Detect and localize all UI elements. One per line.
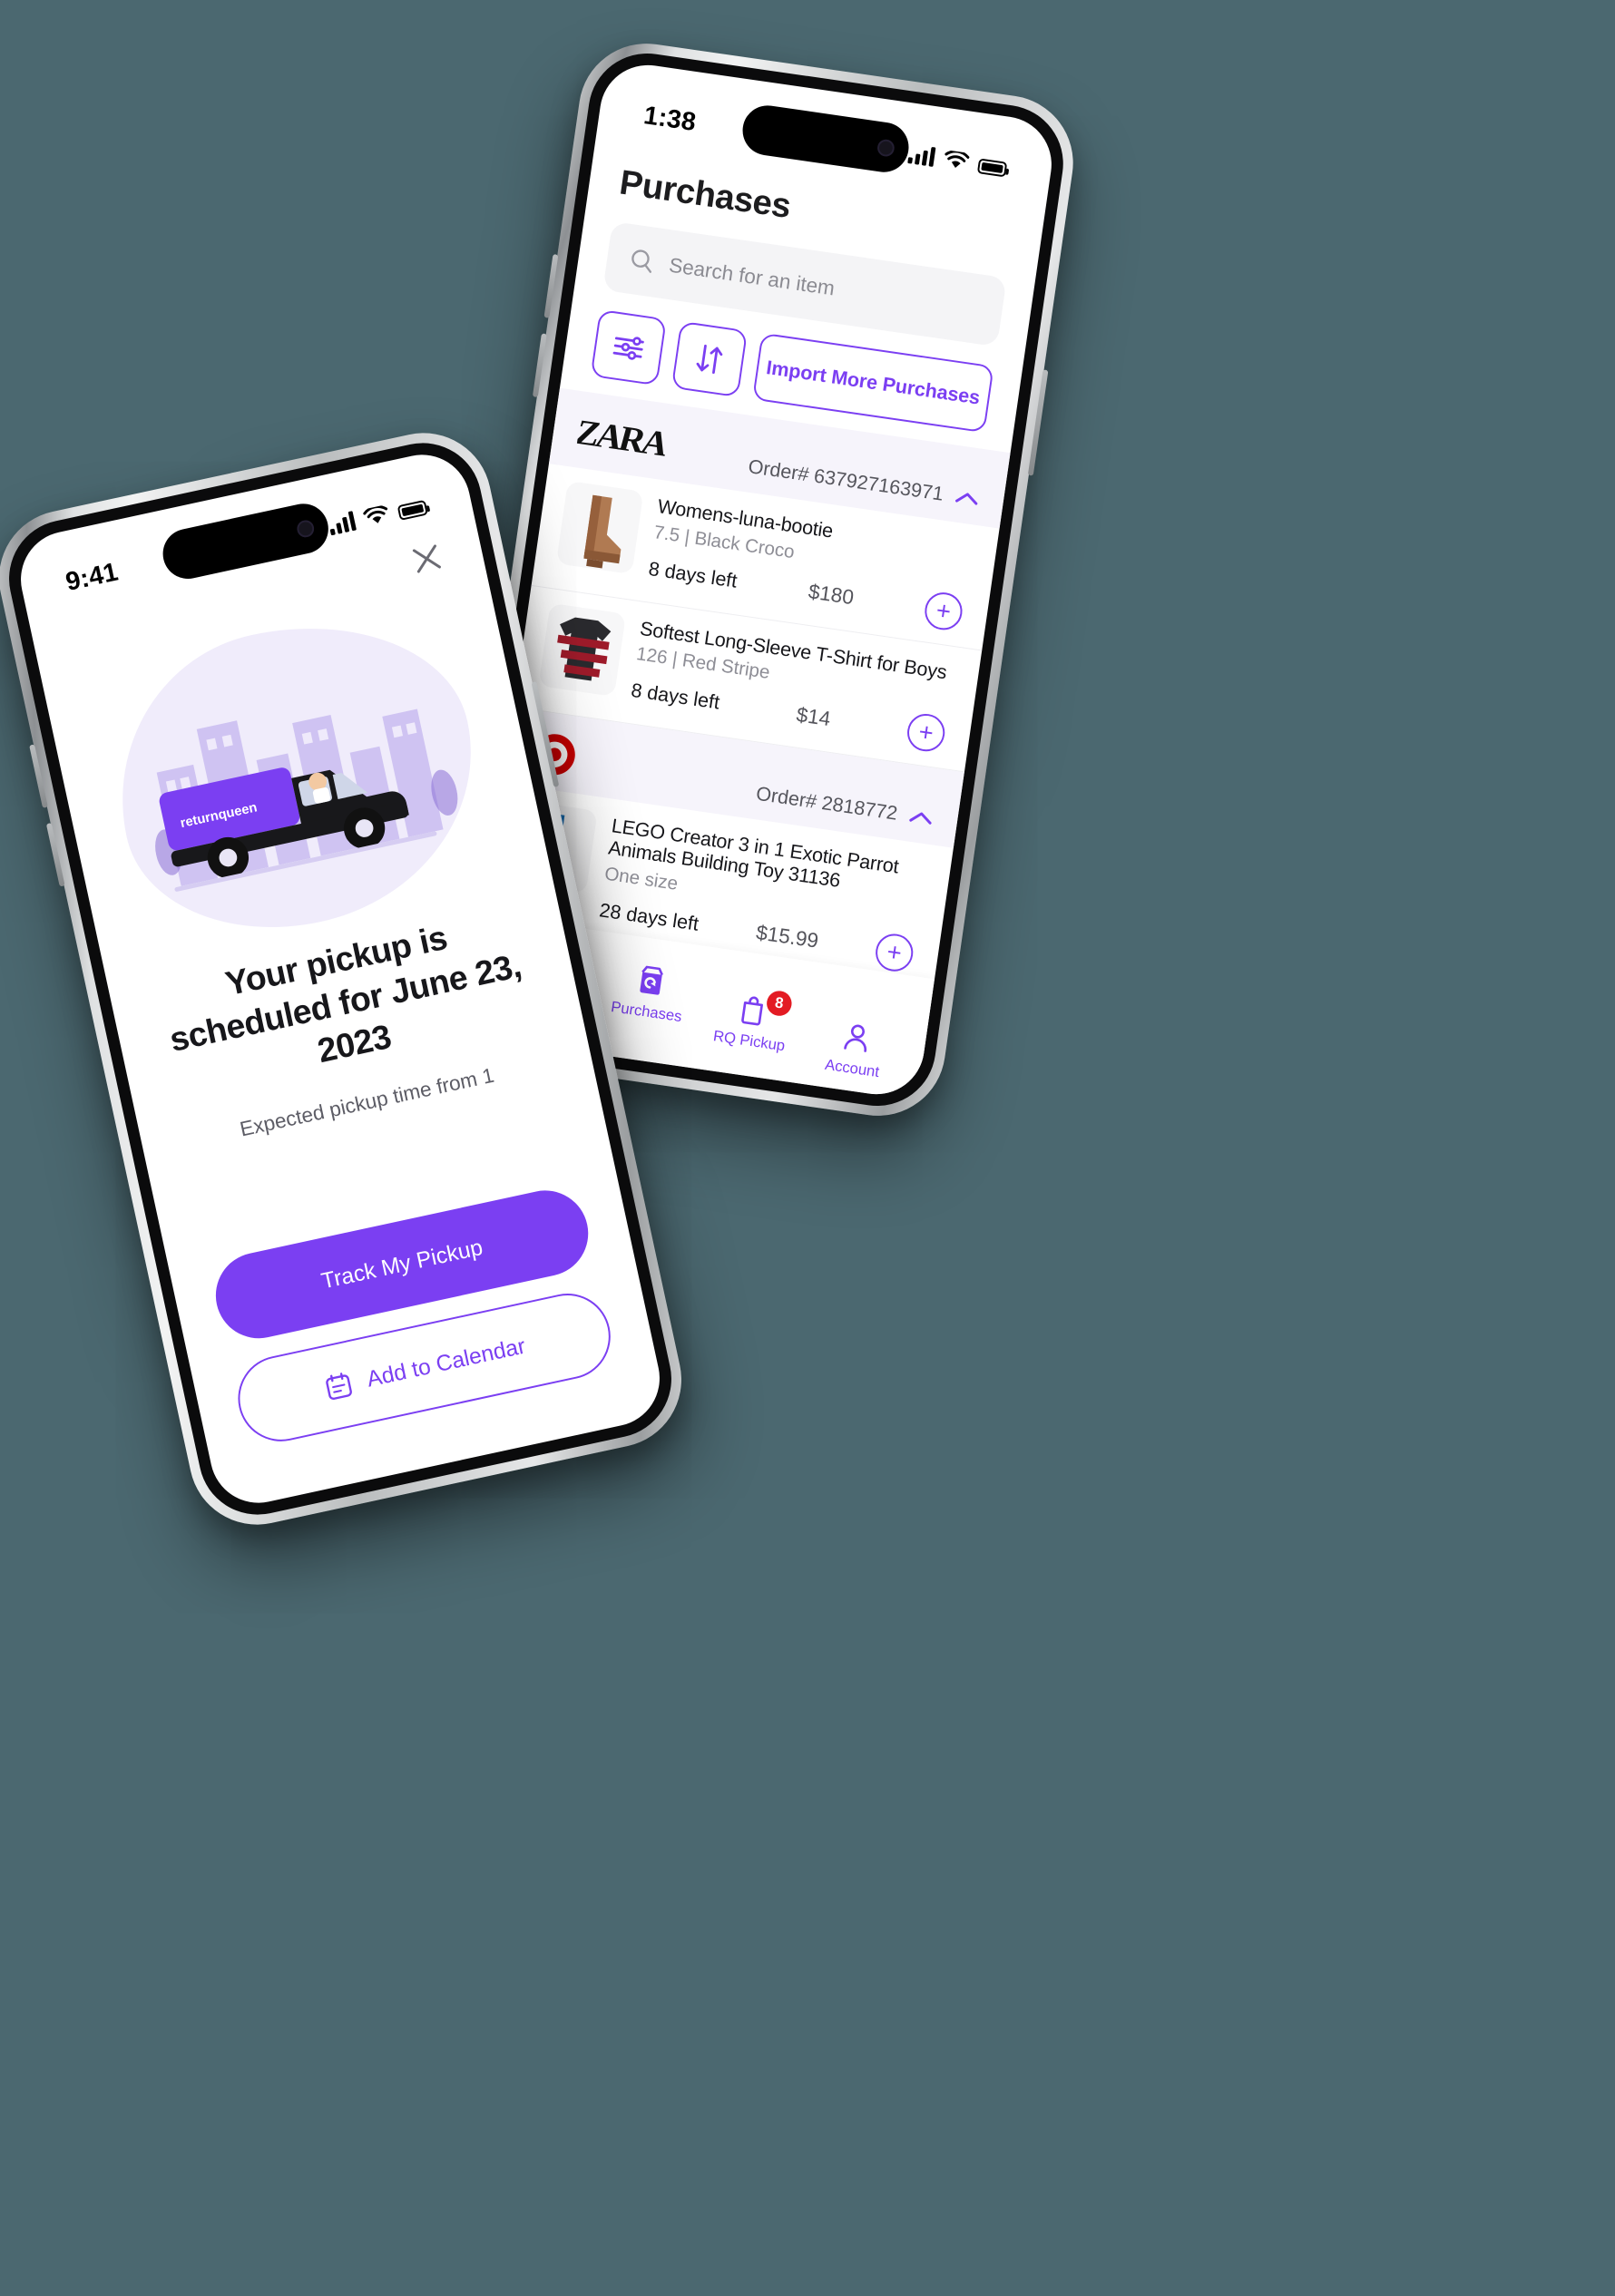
calendar-icon xyxy=(325,1373,352,1401)
return-bag-icon xyxy=(639,965,663,995)
volume-down-button xyxy=(532,333,547,398)
item-days-left: 8 days left xyxy=(630,679,721,714)
tab-account[interactable]: Account xyxy=(798,1012,912,1085)
tab-label: RQ Pickup xyxy=(711,1027,787,1055)
tab-label: Account xyxy=(824,1056,881,1081)
order-number: Order# 2818772 xyxy=(754,782,899,825)
sort-arrows-icon xyxy=(696,344,723,375)
close-x-icon[interactable] xyxy=(406,538,448,581)
tab-label: Purchases xyxy=(610,998,683,1026)
zara-logo: ZARA xyxy=(575,409,680,469)
item-price: $15.99 xyxy=(754,920,820,953)
striped-shirt-thumbnail xyxy=(538,602,627,697)
svg-text:ZARA: ZARA xyxy=(575,412,673,464)
import-more-purchases-button[interactable]: Import More Purchases xyxy=(752,332,994,434)
chevron-up-icon[interactable] xyxy=(908,809,933,826)
zara-logo-glyph: ZARA xyxy=(575,412,673,464)
tab-rq-pickup[interactable]: 8 RQ Pickup xyxy=(695,985,808,1058)
shirt-illustration xyxy=(557,617,612,681)
item-price: $14 xyxy=(795,702,833,730)
plus-circle-icon[interactable]: + xyxy=(922,590,965,632)
boot-illustration xyxy=(583,494,622,569)
scene: 1:38 Purchases Search for an item Import… xyxy=(0,0,1615,2296)
sort-button[interactable] xyxy=(670,320,749,398)
tab-purchases[interactable]: Purchases xyxy=(592,956,706,1029)
filter-button[interactable] xyxy=(590,308,667,386)
pickup-actions: Track My Pickup Add to Calendar xyxy=(170,1174,669,1511)
item-days-left: 28 days left xyxy=(598,898,700,935)
plus-circle-icon[interactable]: + xyxy=(873,931,916,973)
add-to-calendar-label: Add to Calendar xyxy=(364,1333,528,1392)
sliders-filter-icon xyxy=(612,337,644,360)
search-placeholder: Search for an item xyxy=(667,252,837,299)
item-price: $180 xyxy=(807,579,856,610)
plus-circle-icon[interactable]: + xyxy=(905,711,947,755)
volume-up-button xyxy=(543,254,559,318)
chevron-up-icon[interactable] xyxy=(954,490,979,506)
item-days-left: 8 days left xyxy=(647,556,739,592)
person-icon xyxy=(843,1024,866,1052)
ankle-boot-thumbnail xyxy=(555,480,644,575)
pickup-bag-icon xyxy=(740,996,763,1026)
search-icon xyxy=(631,249,652,273)
